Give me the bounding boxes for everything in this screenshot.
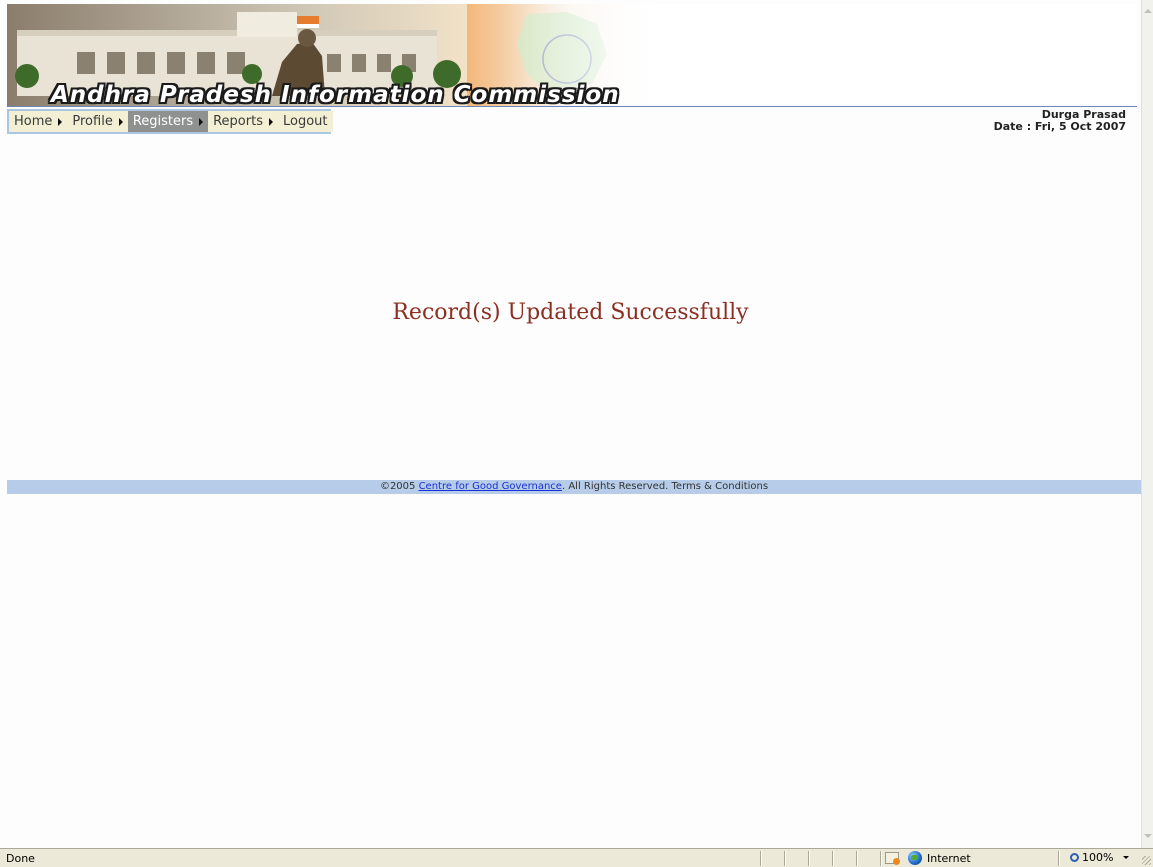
menu-item-registers[interactable]: Registers bbox=[127, 111, 209, 132]
browser-content: Andhra Pradesh Information Commission Ho… bbox=[0, 0, 1141, 848]
status-divider bbox=[856, 851, 858, 866]
footer-copyright: ©2005 bbox=[379, 481, 416, 492]
security-zone[interactable]: Internet bbox=[908, 851, 971, 865]
menu-item-profile[interactable]: Profile bbox=[67, 111, 128, 132]
dropdown-arrow-icon[interactable] bbox=[1123, 856, 1130, 859]
zone-label: Internet bbox=[927, 851, 971, 865]
status-divider bbox=[784, 851, 786, 866]
status-divider bbox=[832, 851, 834, 866]
zoom-level: 100% bbox=[1082, 851, 1114, 864]
status-divider bbox=[760, 851, 762, 866]
menu-arrow-icon bbox=[199, 117, 204, 126]
header-banner: Andhra Pradesh Information Commission bbox=[7, 4, 1137, 108]
menu-item-label: Registers bbox=[132, 114, 194, 129]
menu-item-reports[interactable]: Reports bbox=[208, 111, 278, 132]
menu-arrow-icon bbox=[268, 117, 273, 126]
menu-item-label: Home bbox=[14, 114, 53, 129]
status-text: Done bbox=[6, 852, 35, 865]
menu-arrow-icon bbox=[118, 117, 123, 126]
footer-rights: . All Rights Reserved. Terms & Condition… bbox=[561, 481, 769, 492]
footer: ©2005 Centre for Good Governance. All Ri… bbox=[7, 480, 1141, 494]
scroll-up-icon[interactable] bbox=[1144, 9, 1152, 13]
globe-icon bbox=[908, 851, 922, 865]
current-date: Date : Fri, 5 Oct 2007 bbox=[993, 120, 1126, 133]
security-zone-icon[interactable] bbox=[885, 852, 900, 865]
banner-title: Andhra Pradesh Information Commission bbox=[51, 82, 620, 108]
menu-item-home[interactable]: Home bbox=[9, 111, 68, 132]
menu-item-logout[interactable]: Logout bbox=[277, 111, 333, 132]
resize-grip-icon[interactable] bbox=[1142, 856, 1151, 865]
menu-item-label: Reports bbox=[213, 114, 263, 129]
user-info: Durga Prasad Date : Fri, 5 Oct 2007 bbox=[994, 109, 1126, 133]
vertical-scrollbar[interactable] bbox=[1141, 0, 1153, 848]
menu-item-label: Logout bbox=[282, 114, 328, 129]
zoom-control[interactable]: 100% bbox=[1070, 851, 1130, 864]
menu-item-label: Profile bbox=[72, 114, 113, 129]
main-menu: Home Profile Registers Reports Logout bbox=[7, 109, 333, 134]
zoom-icon bbox=[1070, 853, 1079, 862]
success-message: Record(s) Updated Successfully bbox=[392, 300, 749, 325]
status-divider bbox=[808, 851, 810, 866]
banner-divider bbox=[7, 106, 1137, 107]
scroll-down-icon[interactable] bbox=[1144, 834, 1152, 838]
footer-link-cgg[interactable]: Centre for Good Governance bbox=[419, 481, 562, 492]
status-divider bbox=[1058, 851, 1060, 866]
status-bar: Done Internet 100% bbox=[0, 848, 1153, 867]
status-divider bbox=[880, 851, 882, 866]
menu-arrow-icon bbox=[58, 117, 63, 126]
